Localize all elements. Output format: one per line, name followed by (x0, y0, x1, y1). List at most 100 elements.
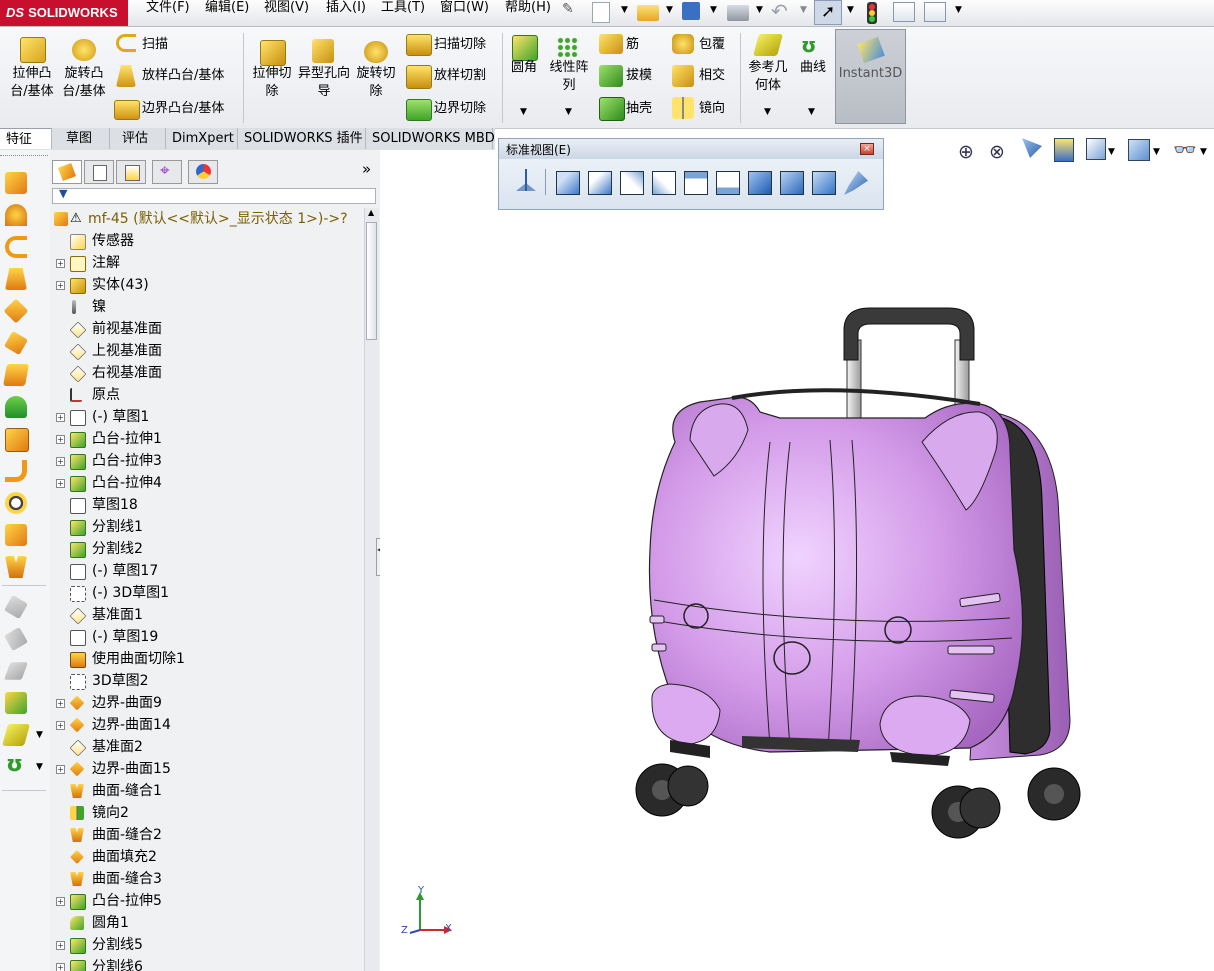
wrap-icon[interactable] (672, 34, 694, 54)
menu-edit[interactable]: 编辑(E) (205, 0, 249, 26)
revolve-boss-button[interactable]: 旋转凸台/基体 (58, 65, 110, 101)
top-view-icon[interactable] (684, 171, 708, 195)
tab-sketch[interactable]: 草图 (52, 128, 110, 149)
print-dropdown-icon[interactable]: ▼ (756, 5, 763, 15)
intersect-icon[interactable] (672, 65, 694, 87)
save-dropdown-icon[interactable]: ▼ (710, 5, 717, 15)
sweep-icon[interactable] (5, 236, 27, 258)
options-dropdown-icon[interactable]: ▼ (955, 5, 962, 15)
extrude-cut-icon[interactable] (260, 40, 286, 66)
curves-dropdown-icon[interactable]: ▼ (808, 107, 815, 117)
print-icon[interactable] (727, 5, 749, 21)
extrude-boss-icon[interactable] (20, 37, 46, 63)
expand-plus-icon[interactable]: + (56, 479, 65, 488)
menu-view[interactable]: 视图(V) (264, 0, 309, 26)
previous-view-icon[interactable] (1022, 138, 1042, 158)
configuration-manager-tab[interactable] (116, 160, 146, 184)
hole-wizard-button[interactable]: 异型孔向导 (298, 65, 350, 101)
intersect-button[interactable]: 相交 (699, 67, 725, 85)
feature-manager-tab[interactable] (52, 160, 82, 184)
dimetric-view-icon[interactable] (812, 171, 836, 195)
file-properties-icon[interactable] (893, 2, 915, 22)
revolve-cut-icon[interactable] (364, 41, 388, 63)
ref-geometry-dropdown-icon[interactable]: ▼ (36, 730, 43, 740)
zoom-to-area-icon[interactable]: ⊗ (989, 141, 1005, 163)
bottom-view-icon[interactable] (716, 171, 740, 195)
boundary-boss-icon[interactable] (3, 298, 29, 324)
menu-tools[interactable]: 工具(T) (381, 0, 425, 26)
graphics-area[interactable]: ⊕ ⊗ ▼ ▼ 👓 ▼ 标准视图(E) × Y X Z (380, 138, 1214, 971)
extrude-cut-button[interactable]: 拉伸切除 (248, 65, 296, 101)
reference-geometry-icon[interactable] (2, 724, 30, 746)
scroll-up-icon[interactable]: ▲ (368, 208, 374, 217)
expand-plus-icon[interactable]: + (56, 721, 65, 730)
undo-dropdown-icon[interactable]: ▼ (800, 5, 807, 15)
curves-button[interactable]: 曲线 (796, 59, 830, 77)
ruled-surface-icon[interactable] (3, 662, 29, 680)
expand-plus-icon[interactable]: + (56, 897, 65, 906)
hide-show-items-icon[interactable]: 👓 (1173, 138, 1197, 161)
tree-scrollbar[interactable]: ▲ (364, 208, 379, 971)
rib-icon[interactable] (599, 34, 623, 54)
curves-dropdown-icon[interactable]: ▼ (36, 762, 43, 772)
expand-plus-icon[interactable]: + (56, 699, 65, 708)
tab-solidworks-addins[interactable]: SOLIDWORKS 插件 (238, 128, 366, 149)
lofted-cut-icon[interactable] (406, 65, 432, 89)
fill-surface-icon[interactable] (5, 524, 27, 546)
draft-button[interactable]: 拔模 (626, 67, 652, 85)
extrude-boss-icon[interactable] (5, 172, 27, 194)
mirror-button[interactable]: 镜向 (699, 100, 725, 118)
options-icon[interactable] (924, 2, 946, 22)
boundary-cut-icon[interactable] (406, 99, 432, 121)
normal-to-view-icon[interactable] (514, 169, 538, 195)
curves-icon[interactable]: ʊ (801, 33, 816, 57)
tab-dimxpert[interactable]: DimXpert (166, 128, 238, 149)
tree-filter-bar[interactable]: ▼ (52, 187, 376, 204)
property-manager-tab[interactable] (84, 160, 114, 184)
delete-face-icon[interactable] (5, 492, 27, 514)
loft-boss-button[interactable]: 放样凸台/基体 (142, 67, 224, 85)
rebuild-traffic-light-icon[interactable] (867, 2, 877, 24)
revolve-boss-icon[interactable] (5, 204, 27, 226)
extruded-surface-icon[interactable] (5, 396, 27, 418)
shell-button[interactable]: 抽壳 (626, 100, 652, 118)
hole-wizard-icon[interactable] (312, 39, 334, 63)
select-button[interactable]: ➚ (814, 0, 842, 25)
expand-plus-icon[interactable]: + (56, 413, 65, 422)
dynamic-annotation-dropdown-icon[interactable]: ▼ (1108, 147, 1115, 157)
curves-icon[interactable]: ʊ (6, 752, 23, 777)
left-view-icon[interactable] (620, 171, 644, 195)
fillet-icon[interactable] (512, 35, 538, 61)
solidworks-logo[interactable]: DS SOLIDWORKS (0, 0, 128, 26)
menu-file[interactable]: 文件(F) (146, 0, 190, 26)
view-selector-icon[interactable] (844, 171, 868, 195)
expand-plus-icon[interactable]: + (56, 963, 65, 971)
select-dropdown-icon[interactable]: ▼ (847, 5, 854, 15)
expand-plus-icon[interactable]: + (56, 765, 65, 774)
reference-geometry-icon[interactable] (753, 34, 783, 56)
loft-icon[interactable] (5, 268, 27, 290)
ref-geometry-dropdown-icon[interactable]: ▼ (764, 107, 771, 117)
swept-cut-icon[interactable] (406, 34, 432, 56)
luggage-3d-model[interactable] (630, 300, 1100, 860)
lofted-cut-button[interactable]: 放样切割 (434, 67, 486, 85)
tab-solidworks-mbd[interactable]: SOLIDWORKS MBD (366, 128, 495, 149)
knit-surface-icon[interactable] (5, 556, 27, 578)
pin-icon[interactable]: ✎ (562, 1, 574, 17)
tab-evaluate[interactable]: 评估 (110, 128, 166, 149)
hide-show-dropdown-icon[interactable]: ▼ (1200, 147, 1207, 157)
zoom-to-fit-icon[interactable]: ⊕ (958, 141, 974, 163)
revolve-cut-button[interactable]: 旋转切除 (352, 65, 400, 101)
thicken-boss-icon[interactable] (5, 692, 27, 714)
planar-surface-icon[interactable] (3, 364, 29, 386)
isometric-view-icon[interactable] (748, 171, 772, 195)
expand-plus-icon[interactable]: + (56, 259, 65, 268)
menu-window[interactable]: 窗口(W) (440, 0, 489, 26)
draft-icon[interactable] (599, 65, 623, 87)
menu-insert[interactable]: 插入(I) (326, 0, 366, 26)
menu-help[interactable]: 帮助(H) (505, 0, 551, 26)
boundary-boss-button[interactable]: 边界凸台/基体 (142, 100, 224, 118)
back-view-icon[interactable] (588, 171, 612, 195)
boundary-boss-icon[interactable] (114, 100, 140, 120)
close-icon[interactable]: × (860, 143, 874, 155)
